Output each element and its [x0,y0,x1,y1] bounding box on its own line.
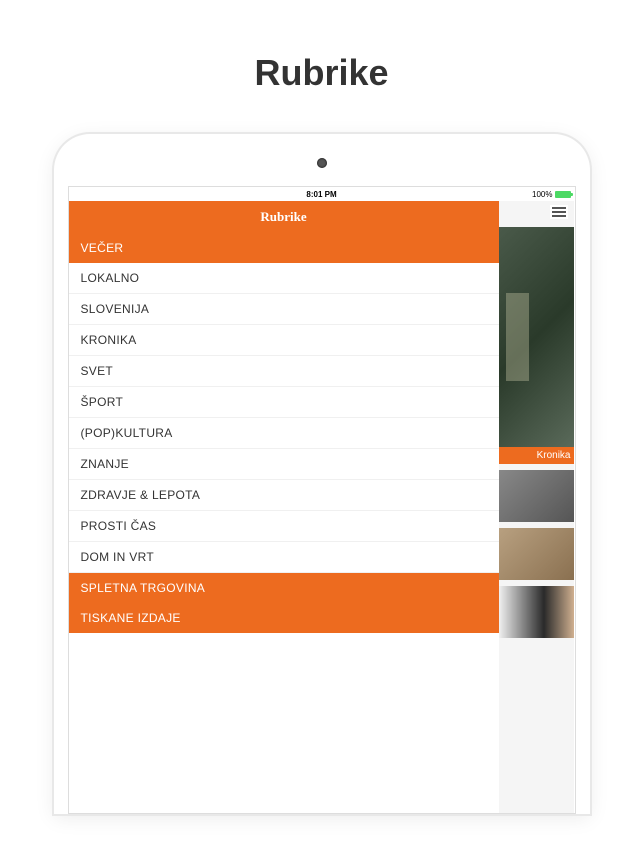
content-area: Rubrike VEČER LOKALNO SLOVENIJA KRONIKA … [69,201,575,813]
sidebar-section-spletna-trgovina[interactable]: SPLETNA TRGOVINA [69,573,499,603]
sidebar-item-zdravje-lepota[interactable]: ZDRAVJE & LEPOTA [69,480,499,511]
article-thumbnail-1[interactable] [499,470,575,522]
sidebar-item-kronika[interactable]: KRONIKA [69,325,499,356]
sidebar-item-dom-in-vrt[interactable]: DOM IN VRT [69,542,499,573]
status-right: 100% [532,190,570,199]
battery-icon [555,191,571,198]
sidebar-item-popkultura[interactable]: (POP)KULTURA [69,418,499,449]
sidebar-item-sport[interactable]: ŠPORT [69,387,499,418]
article-thumbnail-2[interactable] [499,528,575,580]
status-bar: 8:01 PM 100% [69,187,575,201]
sidebar-item-prosti-cas[interactable]: PROSTI ČAS [69,511,499,542]
status-time: 8:01 PM [306,190,336,199]
tablet-frame: 8:01 PM 100% Rubrike VEČER LOKALNO SLOVE… [54,134,590,814]
main-panel: Kronika [499,201,575,813]
sidebar-item-znanje[interactable]: ZNANJE [69,449,499,480]
tablet-screen: 8:01 PM 100% Rubrike VEČER LOKALNO SLOVE… [68,186,576,814]
article-hero-thumbnail[interactable] [499,227,575,447]
article-thumbnail-3[interactable] [499,586,575,638]
sidebar-section-vecer[interactable]: VEČER [69,233,499,263]
battery-percent: 100% [532,190,552,199]
article-category-badge[interactable]: Kronika [499,447,575,464]
sidebar-header: Rubrike [69,201,499,233]
sidebar-section-tiskane-izdaje[interactable]: TISKANE IZDAJE [69,603,499,633]
tablet-camera-icon [317,158,327,168]
page-title: Rubrike [0,0,643,134]
hamburger-menu-icon[interactable] [550,205,568,219]
sidebar: Rubrike VEČER LOKALNO SLOVENIJA KRONIKA … [69,201,499,813]
sidebar-item-lokalno[interactable]: LOKALNO [69,263,499,294]
sidebar-item-slovenija[interactable]: SLOVENIJA [69,294,499,325]
sidebar-item-svet[interactable]: SVET [69,356,499,387]
